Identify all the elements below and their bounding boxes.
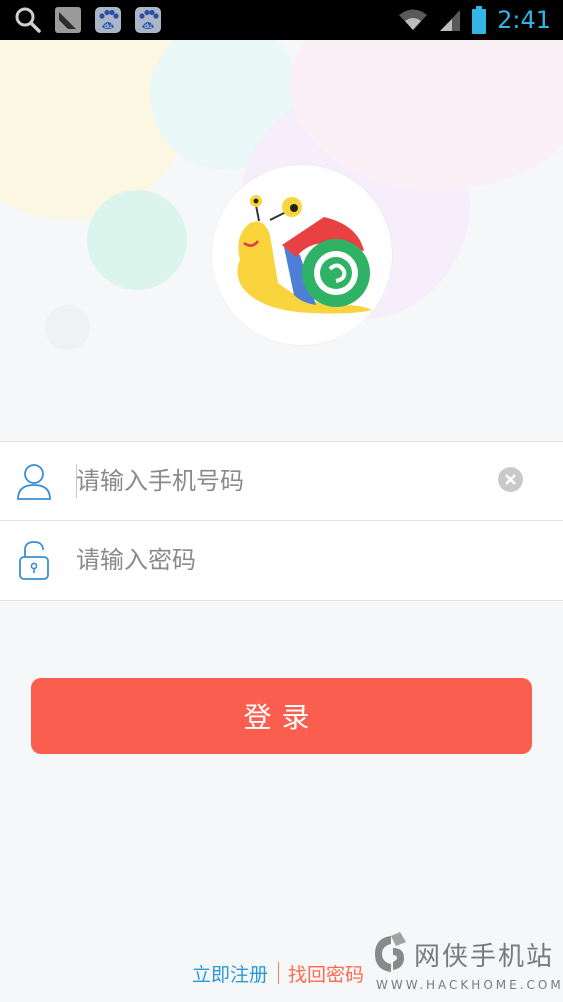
- snail-logo-icon: [237, 195, 372, 314]
- watermark-logo-icon: [375, 932, 406, 972]
- watermark-subtitle: WWW.HACKHOME.COM: [376, 978, 563, 992]
- baidu-app-icon: du: [135, 7, 161, 33]
- clear-icon[interactable]: [498, 467, 523, 492]
- register-link[interactable]: 立即注册: [192, 960, 268, 987]
- wifi-icon: [399, 9, 428, 30]
- notification-icons: du du: [14, 6, 162, 34]
- clock: 2:41: [497, 6, 551, 34]
- silent-mode-icon: [55, 7, 81, 33]
- status-bar: du du 2:41: [0, 0, 563, 40]
- phone-row: [0, 442, 563, 521]
- login-button[interactable]: 登录: [31, 678, 532, 754]
- password-input[interactable]: [76, 539, 476, 581]
- battery-icon: [472, 6, 487, 34]
- phone-input[interactable]: [76, 460, 476, 502]
- user-icon: [17, 464, 51, 500]
- svg-text:du: du: [104, 23, 112, 30]
- bg-bubble: [45, 305, 90, 350]
- password-row: [0, 521, 563, 599]
- login-form: [0, 441, 563, 601]
- search-icon: [15, 7, 41, 33]
- close-icon: [505, 474, 516, 485]
- watermark-title: 网侠手机站: [414, 942, 555, 972]
- signal-icon: [440, 10, 461, 31]
- unlock-icon: [19, 541, 49, 580]
- forgot-password-link[interactable]: 找回密码: [288, 960, 364, 987]
- footer-links: 立即注册 找回密码: [192, 958, 364, 988]
- svg-text:du: du: [144, 23, 152, 30]
- link-divider: [278, 962, 280, 984]
- bg-bubble: [87, 190, 187, 290]
- watermark: 网侠手机站 WWW.HACKHOME.COM: [368, 928, 561, 998]
- app-logo: [212, 165, 392, 345]
- baidu-app-icon: du: [95, 7, 121, 33]
- system-status: 2:41: [397, 0, 551, 40]
